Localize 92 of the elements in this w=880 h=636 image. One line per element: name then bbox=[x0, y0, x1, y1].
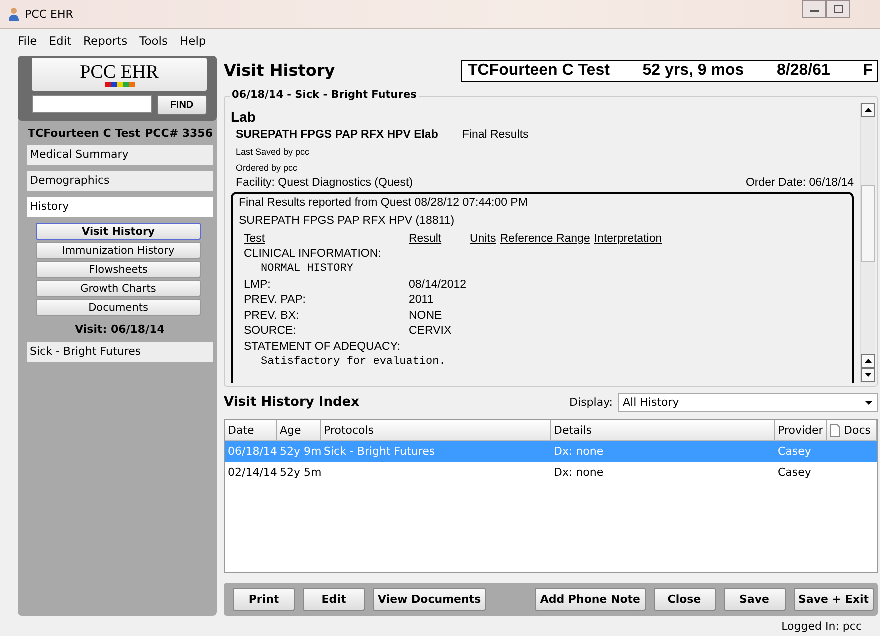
action-button[interactable]: Save bbox=[724, 588, 786, 612]
table-cell: 52y 9m bbox=[280, 445, 322, 458]
banner-text: 52 yrs, 9 mos bbox=[642, 62, 744, 80]
test-name: SOURCE: bbox=[244, 325, 298, 340]
order-date: Order Date: 06/18/14 bbox=[746, 176, 854, 189]
ordered-text: Ordered by pcc bbox=[235, 162, 299, 173]
table-cell: 52y 5m bbox=[280, 466, 322, 480]
scrollbar[interactable] bbox=[860, 102, 875, 383]
report-column-header: Result bbox=[409, 232, 443, 247]
report-header: Final Results reported from Quest 08/28/12 07:44:00 PM bbox=[239, 196, 529, 211]
maximize-icon bbox=[834, 5, 842, 13]
report-column-header: Interpretation bbox=[594, 232, 662, 247]
column-header[interactable]: Docs bbox=[827, 420, 877, 440]
subnav-button[interactable]: Documents bbox=[36, 299, 201, 316]
display-label: Display: bbox=[570, 396, 613, 409]
nav-item[interactable]: History bbox=[27, 197, 213, 217]
menu-item[interactable]: Reports bbox=[84, 34, 128, 48]
page-title: Visit History bbox=[224, 61, 336, 80]
column-header[interactable]: Provider bbox=[775, 420, 827, 440]
test-name: CLINICAL INFORMATION: bbox=[244, 248, 382, 262]
scroll-up-icon[interactable] bbox=[861, 102, 875, 117]
menu-item[interactable]: Help bbox=[180, 34, 206, 48]
nav-item[interactable]: Demographics bbox=[27, 171, 213, 191]
table-cell: 06/18/14 bbox=[228, 445, 278, 458]
logo-text: PCC EHR bbox=[80, 62, 159, 82]
patient-name: TCFourteen C Test bbox=[28, 127, 141, 140]
visit-item[interactable]: Sick - Bright Futures bbox=[27, 342, 213, 362]
table-cell: Dx: none bbox=[554, 466, 604, 480]
subnav-button[interactable]: Growth Charts bbox=[36, 280, 201, 297]
visit-label: Visit: 06/18/14 bbox=[74, 323, 166, 336]
scroll-up-icon[interactable] bbox=[861, 354, 875, 368]
report-note: NORMAL HISTORY bbox=[260, 263, 354, 278]
group-title: 06/18/14 - Sick - Bright Futures bbox=[230, 88, 419, 101]
action-button[interactable]: Print bbox=[233, 588, 295, 612]
banner-text: 8/28/61 bbox=[777, 62, 830, 80]
display-dropdown[interactable]: All History bbox=[618, 393, 878, 412]
test-name: STATEMENT OF ADEQUACY: bbox=[244, 340, 402, 355]
status-text: Logged In: pcc bbox=[782, 620, 862, 632]
scroll-thumb[interactable] bbox=[861, 184, 875, 262]
find-button[interactable]: FIND bbox=[157, 95, 207, 115]
maximize-button[interactable] bbox=[826, 0, 850, 18]
minimize-button[interactable] bbox=[802, 0, 826, 18]
table-cell: Casey bbox=[778, 445, 812, 458]
report-code: SUREPATH FPGS PAP RFX HPV (18811) bbox=[239, 214, 456, 229]
scroll-down-icon[interactable] bbox=[861, 368, 875, 382]
document-icon bbox=[830, 424, 840, 437]
report-column-header: Reference Range bbox=[500, 232, 590, 247]
action-button[interactable]: Close bbox=[654, 588, 716, 612]
section-title: Lab bbox=[231, 108, 257, 125]
table-cell: Casey bbox=[778, 466, 812, 480]
order-status: Final Results bbox=[462, 128, 529, 141]
action-button[interactable]: Add Phone Note bbox=[535, 588, 646, 612]
window-title: PCC EHR bbox=[25, 8, 74, 20]
test-result: 08/14/2012 bbox=[409, 278, 467, 293]
table-cell: Dx: none bbox=[554, 445, 604, 458]
banner-text: TCFourteen C Test bbox=[468, 62, 610, 80]
menu-item[interactable]: Edit bbox=[49, 34, 72, 48]
column-header[interactable]: Protocols bbox=[321, 420, 551, 440]
person-icon bbox=[8, 7, 20, 21]
nav-item[interactable]: Medical Summary bbox=[27, 145, 213, 165]
menu-item[interactable]: File bbox=[18, 34, 38, 48]
action-button[interactable]: Save + Exit bbox=[794, 588, 874, 612]
report-column-header: Test bbox=[244, 232, 266, 247]
search-field[interactable] bbox=[32, 95, 152, 113]
subnav-button[interactable]: Flowsheets bbox=[36, 261, 201, 278]
subnav-button[interactable]: Immunization History bbox=[36, 242, 201, 259]
facility-text: Facility: Quest Diagnostics (Quest) bbox=[236, 176, 414, 189]
test-result: CERVIX bbox=[409, 325, 452, 340]
color-bar-icon bbox=[104, 82, 134, 86]
column-header[interactable]: Details bbox=[551, 420, 775, 440]
table-row[interactable]: 02/14/14 52y 5m Dx: none Casey bbox=[225, 462, 877, 484]
saved-text: Last Saved by pcc bbox=[235, 146, 311, 157]
test-result: NONE bbox=[409, 310, 442, 324]
report-column-header: Units bbox=[470, 232, 496, 247]
report-note: Satisfactory for evaluation. bbox=[260, 356, 446, 370]
order-name: SUREPATH FPGS PAP RFX HPV Elab bbox=[236, 128, 438, 141]
action-button[interactable]: View Documents bbox=[373, 588, 486, 612]
dropdown-arrow-icon bbox=[865, 400, 873, 404]
banner-text: F bbox=[863, 62, 873, 80]
test-name: LMP: bbox=[244, 278, 272, 293]
table-cell: 02/14/14 bbox=[228, 466, 278, 480]
test-name: PREV. PAP: bbox=[244, 294, 308, 308]
subnav-button[interactable]: Visit History bbox=[36, 223, 201, 240]
test-result: 2011 bbox=[409, 294, 434, 308]
patient-number: PCC# 3356 bbox=[145, 127, 213, 140]
column-header[interactable]: Date bbox=[225, 420, 277, 440]
column-header[interactable]: Age bbox=[277, 420, 321, 440]
menu-item[interactable]: Tools bbox=[140, 34, 168, 48]
action-button[interactable]: Edit bbox=[303, 588, 365, 612]
table-cell: Sick - Bright Futures bbox=[324, 445, 436, 458]
index-title: Visit History Index bbox=[224, 395, 360, 410]
test-name: PREV. BX: bbox=[244, 310, 300, 324]
